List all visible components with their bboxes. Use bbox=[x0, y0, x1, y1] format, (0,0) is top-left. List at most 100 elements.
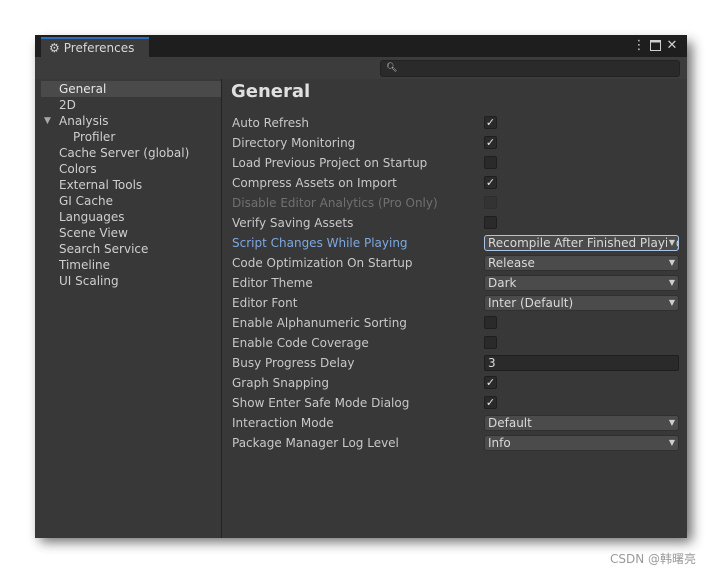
sidebar-item[interactable]: External Tools bbox=[41, 177, 221, 193]
setting-dropdown[interactable]: Info ▼ bbox=[484, 435, 679, 451]
sidebar-item[interactable]: Profiler bbox=[41, 129, 221, 145]
check-icon: ✓ bbox=[485, 176, 496, 189]
setting-dropdown[interactable]: Default ▼ bbox=[484, 415, 679, 431]
setting-row: Auto Refresh ✓ bbox=[222, 113, 687, 133]
setting-row: Package Manager Log Level Info ▼ bbox=[222, 433, 687, 453]
sidebar-item-label: Timeline bbox=[59, 258, 111, 272]
setting-row: Code Optimization On Startup Release ▼ bbox=[222, 253, 687, 273]
setting-row: Enable Alphanumeric Sorting bbox=[222, 313, 687, 333]
chevron-down-icon: ▼ bbox=[666, 416, 675, 430]
setting-checkbox[interactable] bbox=[484, 316, 497, 329]
chevron-down-icon: ▼ bbox=[666, 436, 675, 450]
dropdown-value: Recompile After Finished Playing bbox=[488, 236, 679, 250]
sidebar-item[interactable]: Cache Server (global) bbox=[41, 145, 221, 161]
toolbar: 🔍︎ bbox=[35, 57, 687, 79]
setting-dropdown[interactable]: Recompile After Finished Playing ▼ bbox=[484, 235, 679, 251]
chevron-down-icon: ▼ bbox=[666, 296, 675, 310]
setting-label: Package Manager Log Level bbox=[232, 436, 399, 450]
sidebar-item[interactable]: Languages bbox=[41, 209, 221, 225]
kebab-menu-icon[interactable]: ⋮ bbox=[632, 36, 646, 56]
sidebar-item-label: Profiler bbox=[73, 130, 116, 144]
tab-preferences[interactable]: ⚙ Preferences bbox=[41, 37, 149, 57]
sidebar: General 2D ▼ Analysis Profiler Cache Server (… bbox=[41, 79, 222, 538]
dropdown-value: Release bbox=[488, 256, 535, 270]
setting-label: Verify Saving Assets bbox=[232, 216, 354, 230]
setting-dropdown[interactable]: Release ▼ bbox=[484, 255, 679, 271]
dropdown-value: Inter (Default) bbox=[488, 296, 574, 310]
sidebar-item[interactable]: 2D bbox=[41, 97, 221, 113]
setting-row: Compress Assets on Import ✓ bbox=[222, 173, 687, 193]
chevron-down-icon: ▼ bbox=[666, 236, 675, 250]
setting-number-field[interactable]: 3 bbox=[484, 355, 679, 371]
setting-checkbox[interactable] bbox=[484, 336, 497, 349]
sidebar-item-label: Colors bbox=[59, 162, 97, 176]
dropdown-value: Dark bbox=[488, 276, 517, 290]
search-input[interactable]: 🔍︎ bbox=[380, 60, 680, 77]
sidebar-item[interactable]: Timeline bbox=[41, 257, 221, 273]
setting-row: Busy Progress Delay 3 bbox=[222, 353, 687, 373]
settings-panel: General Auto Refresh ✓ Directory Monitorin… bbox=[222, 79, 687, 538]
page-title: General bbox=[231, 81, 311, 102]
setting-row: Editor Theme Dark ▼ bbox=[222, 273, 687, 293]
setting-row: Script Changes While Playing Recompile Af… bbox=[222, 233, 687, 253]
sidebar-item[interactable]: Colors bbox=[41, 161, 221, 177]
setting-label: Script Changes While Playing bbox=[232, 236, 408, 250]
tab-title: Preferences bbox=[63, 41, 135, 55]
dropdown-value: Default bbox=[488, 416, 532, 430]
setting-row: Load Previous Project on Startup bbox=[222, 153, 687, 173]
chevron-down-icon: ▼ bbox=[666, 256, 675, 270]
setting-checkbox bbox=[484, 196, 497, 209]
sidebar-item[interactable]: ▼ Analysis bbox=[41, 113, 221, 129]
setting-row: Show Enter Safe Mode Dialog ✓ bbox=[222, 393, 687, 413]
setting-checkbox[interactable] bbox=[484, 156, 497, 169]
search-icon: 🔍︎ bbox=[386, 63, 398, 73]
triangle-down-icon[interactable]: ▼ bbox=[44, 113, 51, 129]
setting-row: Verify Saving Assets bbox=[222, 213, 687, 233]
sidebar-item[interactable]: GI Cache bbox=[41, 193, 221, 209]
sidebar-item[interactable]: General bbox=[41, 81, 221, 97]
setting-row: Disable Editor Analytics (Pro Only) bbox=[222, 193, 687, 213]
sidebar-item-label: 2D bbox=[59, 98, 76, 112]
maximize-icon[interactable] bbox=[648, 36, 662, 56]
sidebar-item[interactable]: Scene View bbox=[41, 225, 221, 241]
watermark: CSDN @韩曙亮 bbox=[610, 552, 697, 566]
sidebar-item-label: Cache Server (global) bbox=[59, 146, 190, 160]
setting-checkbox[interactable] bbox=[484, 216, 497, 229]
check-icon: ✓ bbox=[485, 376, 496, 389]
setting-label: Directory Monitoring bbox=[232, 136, 356, 150]
gear-icon: ⚙ bbox=[49, 41, 60, 55]
setting-label: Enable Alphanumeric Sorting bbox=[232, 316, 407, 330]
sidebar-item-label: UI Scaling bbox=[59, 274, 119, 288]
sidebar-item[interactable]: UI Scaling bbox=[41, 273, 221, 289]
setting-checkbox[interactable]: ✓ bbox=[484, 376, 497, 389]
close-icon[interactable]: ✕ bbox=[665, 36, 679, 56]
setting-row: Directory Monitoring ✓ bbox=[222, 133, 687, 153]
sidebar-item[interactable]: Search Service bbox=[41, 241, 221, 257]
setting-label: Editor Font bbox=[232, 296, 298, 310]
sidebar-item-label: Languages bbox=[59, 210, 125, 224]
check-icon: ✓ bbox=[485, 136, 496, 149]
sidebar-item-label: GI Cache bbox=[59, 194, 113, 208]
setting-label: Show Enter Safe Mode Dialog bbox=[232, 396, 410, 410]
sidebar-item-label: General bbox=[59, 82, 107, 96]
dropdown-value: Info bbox=[488, 436, 511, 450]
sidebar-item-label: Scene View bbox=[59, 226, 128, 240]
setting-label: Auto Refresh bbox=[232, 116, 309, 130]
setting-dropdown[interactable]: Dark ▼ bbox=[484, 275, 679, 291]
setting-checkbox[interactable]: ✓ bbox=[484, 116, 497, 129]
setting-dropdown[interactable]: Inter (Default) ▼ bbox=[484, 295, 679, 311]
setting-row: Graph Snapping ✓ bbox=[222, 373, 687, 393]
setting-row: Editor Font Inter (Default) ▼ bbox=[222, 293, 687, 313]
chevron-down-icon: ▼ bbox=[666, 276, 675, 290]
sidebar-item-label: Analysis bbox=[59, 114, 109, 128]
setting-row: Enable Code Coverage bbox=[222, 333, 687, 353]
setting-checkbox[interactable]: ✓ bbox=[484, 136, 497, 149]
check-icon: ✓ bbox=[485, 396, 496, 409]
setting-label: Editor Theme bbox=[232, 276, 313, 290]
setting-label: Code Optimization On Startup bbox=[232, 256, 413, 270]
setting-label: Graph Snapping bbox=[232, 376, 329, 390]
setting-label: Interaction Mode bbox=[232, 416, 334, 430]
setting-checkbox[interactable]: ✓ bbox=[484, 176, 497, 189]
preferences-window: ⚙ Preferences ⋮ ✕ 🔍︎ General 2D ▼ Analysis Pr… bbox=[35, 35, 687, 538]
setting-checkbox[interactable]: ✓ bbox=[484, 396, 497, 409]
